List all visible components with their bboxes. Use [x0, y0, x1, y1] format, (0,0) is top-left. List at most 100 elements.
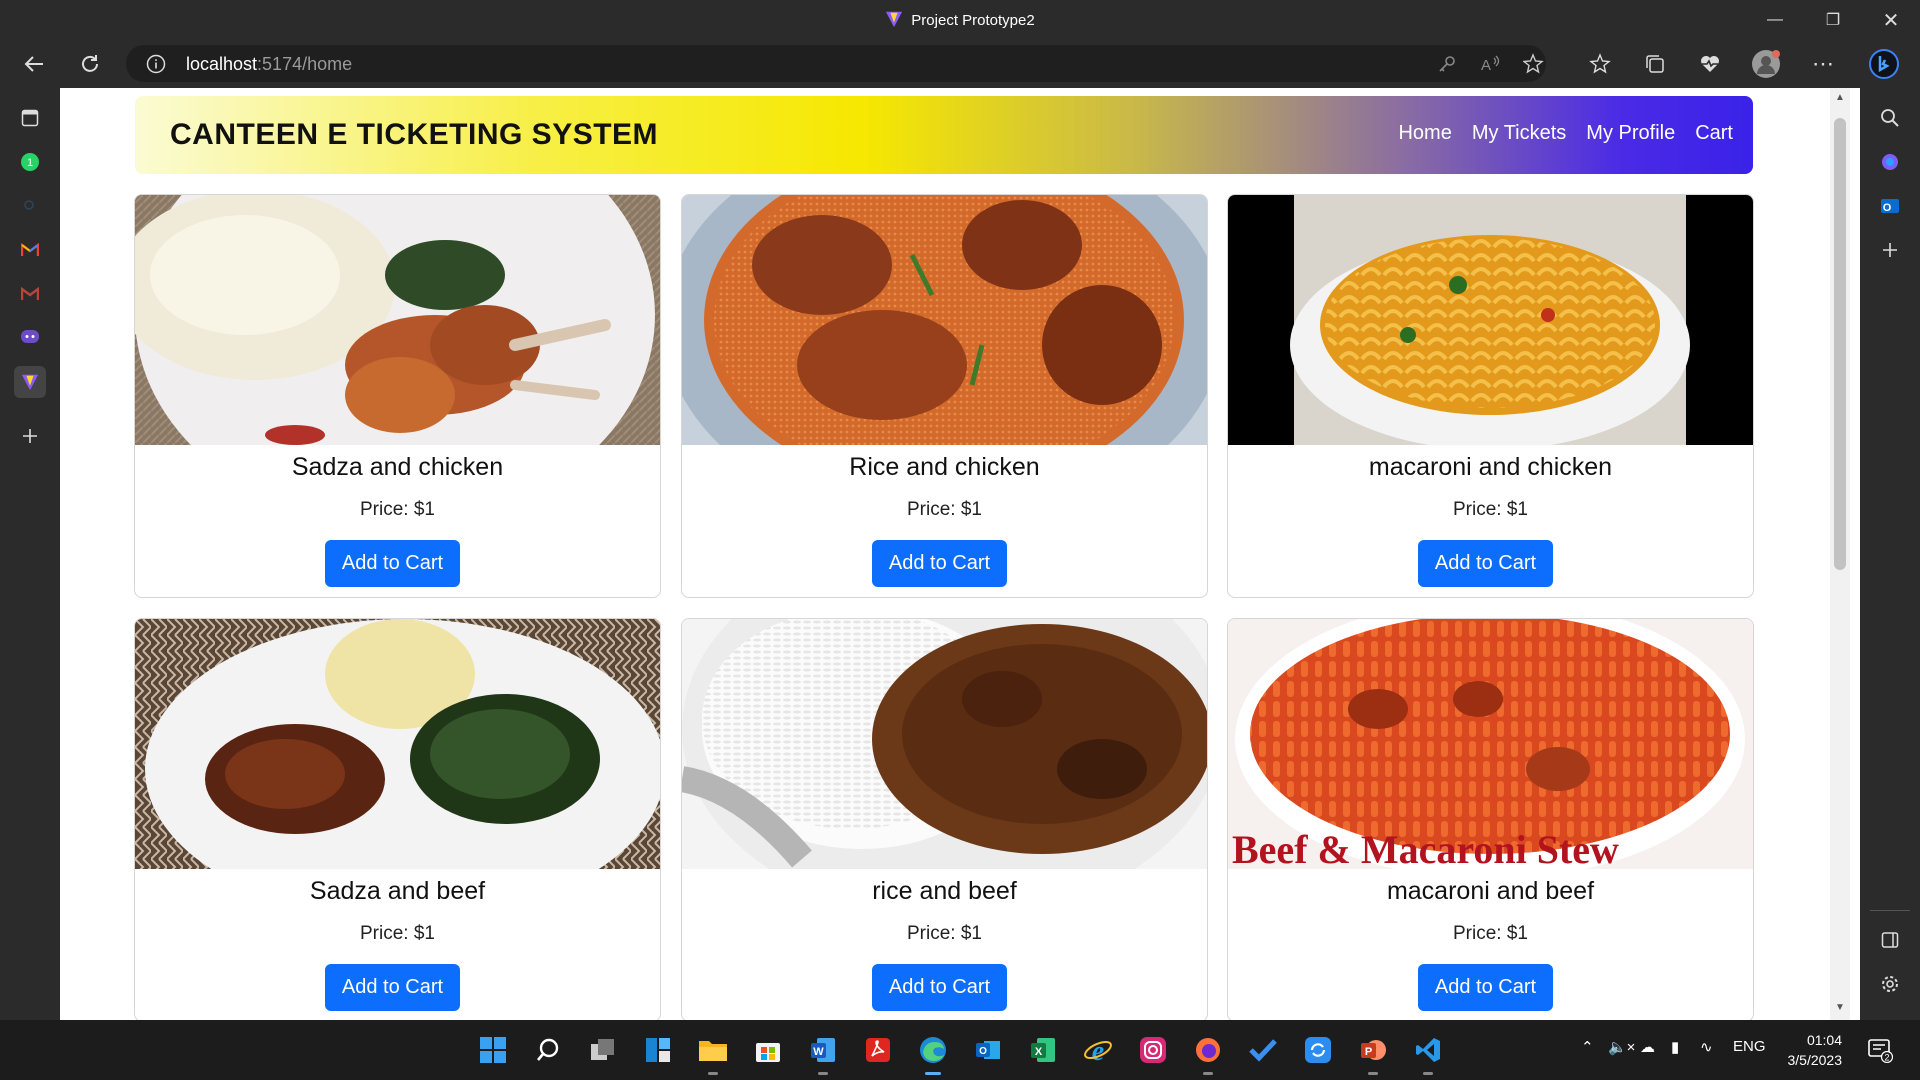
bing-copilot-button[interactable]: [1866, 48, 1902, 80]
tab-gmail-1[interactable]: [14, 234, 46, 266]
start-button[interactable]: [477, 1034, 509, 1066]
word-icon: W: [811, 1038, 835, 1062]
taskbar-instagram[interactable]: [1137, 1034, 1169, 1066]
add-to-cart-button[interactable]: Add to Cart: [1418, 964, 1553, 1011]
password-key-icon[interactable]: [1436, 53, 1458, 75]
show-hidden-icons-button[interactable]: ⌃: [1581, 1038, 1594, 1056]
taskbar-outlook[interactable]: O: [972, 1034, 1004, 1066]
taskbar-sync-app[interactable]: [1302, 1034, 1334, 1066]
minimize-button[interactable]: —: [1752, 6, 1798, 34]
tab-chat-app[interactable]: [14, 322, 46, 354]
taskbar-word[interactable]: W: [807, 1034, 839, 1075]
read-aloud-icon[interactable]: A: [1479, 53, 1501, 75]
svg-text:1: 1: [27, 157, 33, 169]
plus-icon: [23, 429, 37, 443]
wifi-icon[interactable]: ∿: [1700, 1038, 1713, 1056]
edge-sidebar: O: [1860, 88, 1920, 1020]
clock-date: 3/5/2023: [1787, 1052, 1843, 1068]
product-image: [682, 619, 1207, 869]
vertical-tabs-sidebar: 1: [0, 88, 60, 1020]
tab-gmail-2[interactable]: [14, 278, 46, 310]
scroll-up-arrow-icon[interactable]: ▲: [1834, 92, 1846, 104]
svg-text:A: A: [1481, 57, 1491, 74]
profile-button[interactable]: [1748, 48, 1784, 80]
outlook-icon: O: [976, 1041, 1000, 1059]
windows-taskbar: W O X e P ⌃ 🔈× ☁ ▮ ∿ ENG 01:04 3/5/2023 …: [0, 1020, 1920, 1080]
sidebar-add-button[interactable]: [1874, 234, 1906, 266]
add-to-cart-button[interactable]: Add to Cart: [325, 540, 460, 587]
edge-icon: [920, 1037, 946, 1063]
nav-my-tickets[interactable]: My Tickets: [1472, 122, 1566, 145]
system-clock[interactable]: 01:04 3/5/2023: [1776, 1030, 1843, 1070]
product-image: [135, 619, 660, 869]
search-tab-icon: [24, 200, 34, 210]
scrollbar-thumb[interactable]: [1834, 118, 1846, 570]
add-to-cart-button[interactable]: Add to Cart: [1418, 540, 1553, 587]
vite-logo-icon: [21, 374, 39, 391]
add-to-cart-button[interactable]: Add to Cart: [325, 964, 460, 1011]
scroll-down-arrow-icon[interactable]: ▼: [1834, 1002, 1846, 1014]
add-to-cart-button[interactable]: Add to Cart: [872, 964, 1007, 1011]
taskbar-edge[interactable]: [917, 1034, 949, 1075]
taskbar-firefox[interactable]: [1192, 1034, 1224, 1075]
sidebar-outlook-button[interactable]: O: [1874, 190, 1906, 222]
taskbar-todo[interactable]: [1247, 1034, 1279, 1066]
svg-text:P: P: [1365, 1046, 1372, 1058]
ie-icon: e: [1084, 1036, 1112, 1065]
tab-search[interactable]: [14, 190, 46, 222]
collections-button[interactable]: [1637, 48, 1673, 80]
taskbar-acrobat[interactable]: [862, 1034, 894, 1066]
task-view-button[interactable]: [587, 1034, 619, 1066]
settings-more-button[interactable]: ⋯: [1805, 48, 1841, 80]
tab-actions-button[interactable]: [14, 102, 46, 134]
refresh-button[interactable]: [72, 48, 108, 80]
product-name: macaroni and beef: [1386, 877, 1595, 905]
sidebar-search-button[interactable]: [1874, 102, 1906, 134]
nav-cart[interactable]: Cart: [1695, 122, 1733, 145]
sidebar-designer-button[interactable]: [1874, 146, 1906, 178]
maximize-button[interactable]: ❐: [1810, 6, 1856, 34]
browser-essentials-button[interactable]: [1692, 48, 1728, 80]
taskbar-powerpoint[interactable]: P: [1357, 1034, 1389, 1075]
battery-icon[interactable]: ▮: [1671, 1038, 1679, 1056]
site-brand[interactable]: CANTEEN E TICKETING SYSTEM: [170, 118, 658, 152]
widgets-button[interactable]: [642, 1034, 674, 1066]
tab-whatsapp[interactable]: 1: [14, 146, 46, 178]
add-to-cart-button[interactable]: Add to Cart: [872, 540, 1007, 587]
hide-sidebar-button[interactable]: [1874, 924, 1906, 956]
taskbar-excel[interactable]: X: [1027, 1034, 1059, 1066]
avatar-icon: [1752, 50, 1780, 78]
new-tab-button[interactable]: [14, 420, 46, 452]
firefox-icon: [1196, 1038, 1220, 1062]
taskbar-internet-explorer[interactable]: e: [1082, 1034, 1114, 1066]
product-price: Price: $1: [907, 923, 982, 944]
taskbar-microsoft-store[interactable]: [752, 1034, 784, 1066]
refresh-icon: [82, 55, 98, 72]
onedrive-cloud-icon[interactable]: ☁: [1640, 1038, 1655, 1056]
language-indicator[interactable]: ENG: [1733, 1038, 1766, 1055]
back-button[interactable]: [16, 48, 52, 80]
volume-muted-icon[interactable]: 🔈×: [1608, 1038, 1635, 1056]
product-image: [682, 195, 1207, 445]
taskbar-vscode[interactable]: [1412, 1034, 1444, 1075]
window-titlebar: Project Prototype2 — ❐ ✕: [0, 0, 1920, 40]
chat-bubble-icon: [21, 330, 39, 343]
sidebar-settings-button[interactable]: [1874, 968, 1906, 1000]
page-scrollbar[interactable]: ▲ ▼: [1830, 88, 1850, 1020]
taskbar-search-button[interactable]: [532, 1034, 564, 1066]
nav-my-profile[interactable]: My Profile: [1586, 122, 1675, 145]
favorites-button[interactable]: [1582, 48, 1618, 80]
add-favorite-icon[interactable]: [1523, 53, 1545, 75]
notification-center-button[interactable]: 2: [1864, 1034, 1896, 1066]
site-info-icon[interactable]: [146, 54, 166, 74]
product-price: Price: $1: [907, 499, 982, 520]
store-icon: [756, 1043, 780, 1062]
nav-home[interactable]: Home: [1398, 122, 1451, 145]
tab-project-prototype2[interactable]: [14, 366, 46, 398]
url-text[interactable]: localhost:5174/home: [186, 54, 352, 75]
close-window-button[interactable]: ✕: [1868, 6, 1914, 34]
taskbar-file-explorer[interactable]: [697, 1034, 729, 1075]
product-price: Price: $1: [360, 923, 435, 944]
address-bar[interactable]: localhost:5174/home A: [126, 45, 1546, 82]
plus-icon: [1883, 243, 1897, 257]
